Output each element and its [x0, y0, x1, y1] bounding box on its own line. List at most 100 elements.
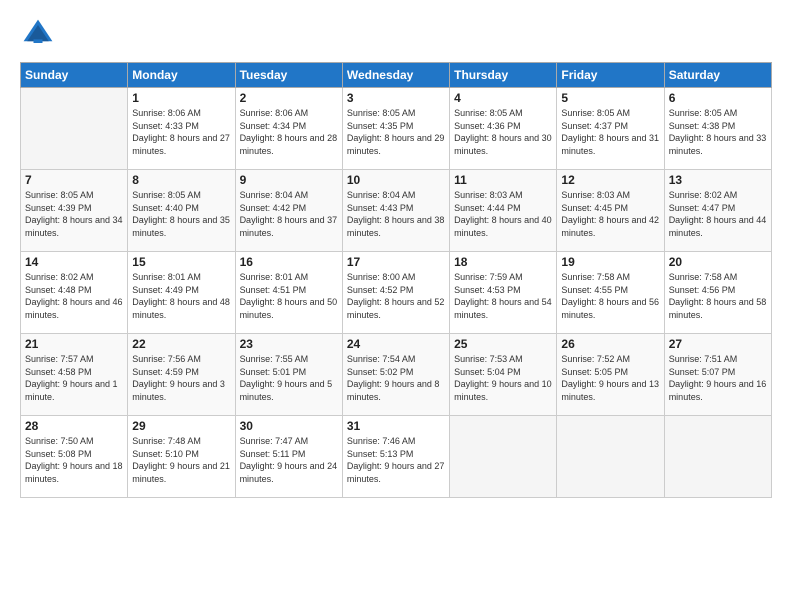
day-number: 21 — [25, 337, 123, 351]
cell-info: Sunrise: 7:54 AMSunset: 5:02 PMDaylight:… — [347, 353, 445, 403]
cell-info: Sunrise: 8:04 AMSunset: 4:42 PMDaylight:… — [240, 189, 338, 239]
cell-info: Sunrise: 7:55 AMSunset: 5:01 PMDaylight:… — [240, 353, 338, 403]
col-header-saturday: Saturday — [664, 63, 771, 88]
cell-info: Sunrise: 8:05 AMSunset: 4:35 PMDaylight:… — [347, 107, 445, 157]
header-row: SundayMondayTuesdayWednesdayThursdayFrid… — [21, 63, 772, 88]
day-number: 9 — [240, 173, 338, 187]
cell-info: Sunrise: 8:02 AMSunset: 4:47 PMDaylight:… — [669, 189, 767, 239]
calendar-cell: 4 Sunrise: 8:05 AMSunset: 4:36 PMDaylight… — [450, 88, 557, 170]
cell-info: Sunrise: 7:56 AMSunset: 4:59 PMDaylight:… — [132, 353, 230, 403]
calendar-cell — [557, 416, 664, 498]
cell-info: Sunrise: 8:06 AMSunset: 4:34 PMDaylight:… — [240, 107, 338, 157]
calendar-cell: 3 Sunrise: 8:05 AMSunset: 4:35 PMDaylight… — [342, 88, 449, 170]
day-number: 17 — [347, 255, 445, 269]
day-number: 3 — [347, 91, 445, 105]
day-number: 4 — [454, 91, 552, 105]
cell-info: Sunrise: 8:05 AMSunset: 4:40 PMDaylight:… — [132, 189, 230, 239]
day-number: 13 — [669, 173, 767, 187]
week-row-2: 7 Sunrise: 8:05 AMSunset: 4:39 PMDaylight… — [21, 170, 772, 252]
cell-info: Sunrise: 7:52 AMSunset: 5:05 PMDaylight:… — [561, 353, 659, 403]
calendar-cell — [664, 416, 771, 498]
calendar-cell: 28 Sunrise: 7:50 AMSunset: 5:08 PMDayligh… — [21, 416, 128, 498]
calendar-cell: 24 Sunrise: 7:54 AMSunset: 5:02 PMDayligh… — [342, 334, 449, 416]
calendar-cell: 26 Sunrise: 7:52 AMSunset: 5:05 PMDayligh… — [557, 334, 664, 416]
cell-info: Sunrise: 7:59 AMSunset: 4:53 PMDaylight:… — [454, 271, 552, 321]
cell-info: Sunrise: 8:00 AMSunset: 4:52 PMDaylight:… — [347, 271, 445, 321]
day-number: 26 — [561, 337, 659, 351]
day-number: 12 — [561, 173, 659, 187]
calendar-cell: 1Sunrise: 8:06 AMSunset: 4:33 PMDaylight… — [128, 88, 235, 170]
col-header-sunday: Sunday — [21, 63, 128, 88]
day-number: 16 — [240, 255, 338, 269]
calendar-cell: 2Sunrise: 8:06 AMSunset: 4:34 PMDaylight… — [235, 88, 342, 170]
calendar-cell: 11Sunrise: 8:03 AMSunset: 4:44 PMDayligh… — [450, 170, 557, 252]
cell-info: Sunrise: 7:48 AMSunset: 5:10 PMDaylight:… — [132, 435, 230, 485]
day-number: 15 — [132, 255, 230, 269]
week-row-3: 14Sunrise: 8:02 AMSunset: 4:48 PMDayligh… — [21, 252, 772, 334]
day-number: 25 — [454, 337, 552, 351]
calendar-cell: 16 Sunrise: 8:01 AMSunset: 4:51 PMDayligh… — [235, 252, 342, 334]
calendar-cell: 19Sunrise: 7:58 AMSunset: 4:55 PMDayligh… — [557, 252, 664, 334]
cell-info: Sunrise: 8:01 AMSunset: 4:49 PMDaylight:… — [132, 271, 230, 321]
day-number: 18 — [454, 255, 552, 269]
cell-info: Sunrise: 7:50 AMSunset: 5:08 PMDaylight:… — [25, 435, 123, 485]
calendar-cell: 23 Sunrise: 7:55 AMSunset: 5:01 PMDayligh… — [235, 334, 342, 416]
day-number: 8 — [132, 173, 230, 187]
week-row-4: 21 Sunrise: 7:57 AMSunset: 4:58 PMDayligh… — [21, 334, 772, 416]
cell-info: Sunrise: 7:58 AMSunset: 4:56 PMDaylight:… — [669, 271, 767, 321]
day-number: 22 — [132, 337, 230, 351]
day-number: 28 — [25, 419, 123, 433]
calendar-cell: 12Sunrise: 8:03 AMSunset: 4:45 PMDayligh… — [557, 170, 664, 252]
day-number: 10 — [347, 173, 445, 187]
day-number: 31 — [347, 419, 445, 433]
cell-info: Sunrise: 8:01 AMSunset: 4:51 PMDaylight:… — [240, 271, 338, 321]
day-number: 27 — [669, 337, 767, 351]
calendar-cell: 17 Sunrise: 8:00 AMSunset: 4:52 PMDayligh… — [342, 252, 449, 334]
day-number: 7 — [25, 173, 123, 187]
day-number: 19 — [561, 255, 659, 269]
day-number: 30 — [240, 419, 338, 433]
cell-info: Sunrise: 8:05 AMSunset: 4:37 PMDaylight:… — [561, 107, 659, 157]
day-number: 11 — [454, 173, 552, 187]
cell-info: Sunrise: 8:05 AMSunset: 4:36 PMDaylight:… — [454, 107, 552, 157]
cell-info: Sunrise: 8:06 AMSunset: 4:33 PMDaylight:… — [132, 107, 230, 157]
day-number: 6 — [669, 91, 767, 105]
col-header-friday: Friday — [557, 63, 664, 88]
cell-info: Sunrise: 7:51 AMSunset: 5:07 PMDaylight:… — [669, 353, 767, 403]
col-header-wednesday: Wednesday — [342, 63, 449, 88]
calendar-cell: 20 Sunrise: 7:58 AMSunset: 4:56 PMDayligh… — [664, 252, 771, 334]
calendar-cell: 8 Sunrise: 8:05 AMSunset: 4:40 PMDaylight… — [128, 170, 235, 252]
calendar-cell: 15 Sunrise: 8:01 AMSunset: 4:49 PMDayligh… — [128, 252, 235, 334]
day-number: 20 — [669, 255, 767, 269]
week-row-5: 28 Sunrise: 7:50 AMSunset: 5:08 PMDayligh… — [21, 416, 772, 498]
calendar-cell: 13 Sunrise: 8:02 AMSunset: 4:47 PMDayligh… — [664, 170, 771, 252]
calendar-cell: 29 Sunrise: 7:48 AMSunset: 5:10 PMDayligh… — [128, 416, 235, 498]
calendar-cell: 5 Sunrise: 8:05 AMSunset: 4:37 PMDaylight… — [557, 88, 664, 170]
cell-info: Sunrise: 8:05 AMSunset: 4:39 PMDaylight:… — [25, 189, 123, 239]
calendar-cell: 9 Sunrise: 8:04 AMSunset: 4:42 PMDaylight… — [235, 170, 342, 252]
cell-info: Sunrise: 8:04 AMSunset: 4:43 PMDaylight:… — [347, 189, 445, 239]
calendar-cell: 27 Sunrise: 7:51 AMSunset: 5:07 PMDayligh… — [664, 334, 771, 416]
day-number: 14 — [25, 255, 123, 269]
col-header-thursday: Thursday — [450, 63, 557, 88]
day-number: 5 — [561, 91, 659, 105]
header — [20, 16, 772, 52]
calendar-cell: 18 Sunrise: 7:59 AMSunset: 4:53 PMDayligh… — [450, 252, 557, 334]
week-row-1: 1Sunrise: 8:06 AMSunset: 4:33 PMDaylight… — [21, 88, 772, 170]
calendar-cell — [21, 88, 128, 170]
logo — [20, 16, 60, 52]
day-number: 29 — [132, 419, 230, 433]
col-header-tuesday: Tuesday — [235, 63, 342, 88]
day-number: 24 — [347, 337, 445, 351]
day-number: 23 — [240, 337, 338, 351]
calendar-cell: 30Sunrise: 7:47 AMSunset: 5:11 PMDayligh… — [235, 416, 342, 498]
logo-icon — [20, 16, 56, 52]
page: SundayMondayTuesdayWednesdayThursdayFrid… — [0, 0, 792, 612]
calendar-cell: 31 Sunrise: 7:46 AMSunset: 5:13 PMDayligh… — [342, 416, 449, 498]
cell-info: Sunrise: 8:05 AMSunset: 4:38 PMDaylight:… — [669, 107, 767, 157]
col-header-monday: Monday — [128, 63, 235, 88]
cell-info: Sunrise: 7:46 AMSunset: 5:13 PMDaylight:… — [347, 435, 445, 485]
calendar-cell: 22 Sunrise: 7:56 AMSunset: 4:59 PMDayligh… — [128, 334, 235, 416]
cell-info: Sunrise: 7:53 AMSunset: 5:04 PMDaylight:… — [454, 353, 552, 403]
cell-info: Sunrise: 7:57 AMSunset: 4:58 PMDaylight:… — [25, 353, 123, 403]
